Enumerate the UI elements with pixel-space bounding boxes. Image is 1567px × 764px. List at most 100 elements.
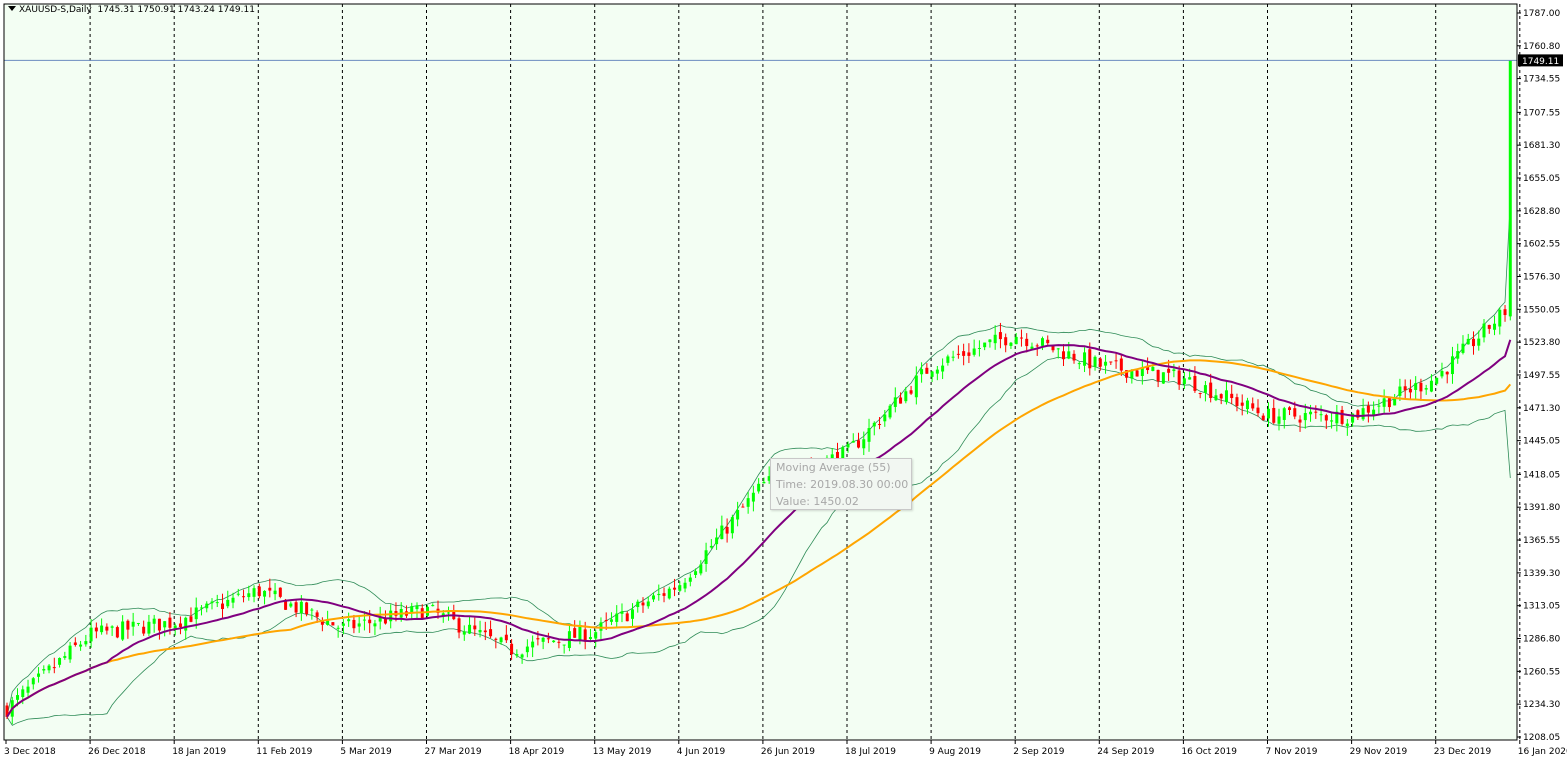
candle-body — [336, 627, 340, 629]
price-chart[interactable]: 1787.00 1760.80 1734.55 1707.55 1681.30 1655.… — [0, 0, 1567, 764]
y-tick-label: 1523.80 — [1523, 338, 1560, 348]
candle-body — [1256, 407, 1260, 414]
y-tick-label: 1234.30 — [1523, 700, 1560, 710]
candle-body — [1508, 60, 1512, 317]
candle-body — [1314, 411, 1318, 413]
candle-body — [1172, 369, 1176, 372]
candle-body — [504, 634, 508, 641]
candle-body — [1498, 309, 1502, 327]
candle-body — [541, 637, 545, 642]
x-tick-label: 16 Jan 2020 — [1518, 747, 1567, 757]
candle-body — [1130, 370, 1134, 379]
candle-body — [1135, 370, 1139, 377]
symbol-label: XAUUSD-S,Daily — [19, 5, 92, 15]
candle-body — [142, 626, 146, 634]
candle-body — [1167, 368, 1171, 373]
candle-body — [115, 627, 119, 638]
candle-body — [1004, 337, 1008, 346]
candle-body — [1046, 339, 1050, 344]
candle-body — [941, 365, 945, 372]
candle-body — [499, 637, 503, 643]
y-tick-label: 1286.80 — [1523, 635, 1560, 645]
candle-body — [1083, 352, 1087, 366]
candle-body — [352, 619, 356, 629]
x-tick-label: 16 Oct 2019 — [1181, 747, 1237, 757]
candle-body — [678, 585, 682, 591]
candle-body — [415, 605, 419, 610]
candle-body — [751, 492, 755, 502]
candle-body — [720, 525, 724, 540]
plot-area — [4, 4, 1517, 740]
candle-body — [1272, 407, 1276, 423]
x-tick-label: 27 Mar 2019 — [425, 747, 482, 757]
candle-body — [1193, 375, 1197, 391]
candle-body — [988, 339, 992, 343]
candle-body — [1098, 358, 1102, 367]
candle-body — [231, 597, 235, 603]
candle-body — [573, 628, 577, 638]
y-tick-label: 1497.55 — [1523, 371, 1560, 381]
candle-body — [667, 588, 671, 599]
dropdown-triangle-icon[interactable] — [8, 6, 16, 11]
candle-body — [347, 619, 351, 622]
candle-body — [110, 626, 114, 628]
candle-body — [73, 642, 77, 645]
candle — [115, 625, 119, 639]
candle-body — [599, 622, 603, 631]
candle-body — [1361, 408, 1365, 420]
candle-body — [105, 626, 109, 631]
candle-body — [1345, 423, 1349, 426]
candle-body — [662, 593, 666, 596]
candle-body — [862, 439, 866, 449]
candle-body — [636, 601, 640, 608]
candle-body — [94, 627, 98, 632]
candle-body — [993, 334, 997, 344]
x-tick-label: 23 Dec 2019 — [1434, 747, 1492, 757]
candle-body — [1493, 323, 1497, 330]
candle-body — [1056, 348, 1060, 350]
candle-body — [883, 414, 887, 422]
y-tick-label: 1313.05 — [1523, 602, 1560, 612]
x-tick-label: 13 May 2019 — [593, 747, 652, 757]
candle-body — [1025, 338, 1029, 347]
candle-body — [946, 356, 950, 363]
candle-body — [63, 656, 67, 658]
candle-body — [447, 612, 451, 614]
candle-body — [694, 571, 698, 575]
candle-body — [368, 619, 372, 624]
candle-body — [615, 613, 619, 622]
candle-body — [1182, 378, 1186, 384]
candle-body — [1377, 405, 1381, 407]
candle-body — [221, 603, 225, 610]
y-tick-label: 1707.55 — [1523, 108, 1560, 118]
candle-body — [736, 509, 740, 520]
candle-body — [1403, 386, 1407, 391]
candle-body — [1408, 388, 1412, 393]
candle-body — [909, 390, 913, 394]
candle-body — [1435, 377, 1439, 384]
candle-body — [1240, 402, 1244, 406]
candle-body — [552, 640, 556, 643]
candle-body — [757, 483, 761, 492]
y-tick-label: 1339.30 — [1523, 569, 1560, 579]
candle-body — [215, 602, 219, 604]
candle-body — [625, 613, 629, 622]
candle-body — [58, 657, 62, 665]
x-tick-label: 26 Dec 2018 — [88, 747, 146, 757]
candle-body — [473, 625, 477, 630]
candle-body — [199, 607, 203, 609]
candle-body — [1424, 388, 1428, 390]
candle-body — [1382, 398, 1386, 407]
ohlc-values: 1745.31 1750.91 1743.24 1749.11 — [97, 5, 255, 15]
candle-body — [715, 537, 719, 545]
candle-body — [641, 602, 645, 606]
chart-window: 1787.00 1760.80 1734.55 1707.55 1681.30 1655.… — [0, 0, 1567, 764]
candle-body — [163, 621, 167, 628]
candle-body — [888, 405, 892, 418]
candle-body — [268, 587, 272, 591]
candle-body — [1282, 408, 1286, 420]
candle-body — [305, 602, 309, 615]
y-tick-label: 1471.30 — [1523, 404, 1560, 414]
candle-body — [1077, 363, 1081, 365]
candle-body — [967, 352, 971, 356]
